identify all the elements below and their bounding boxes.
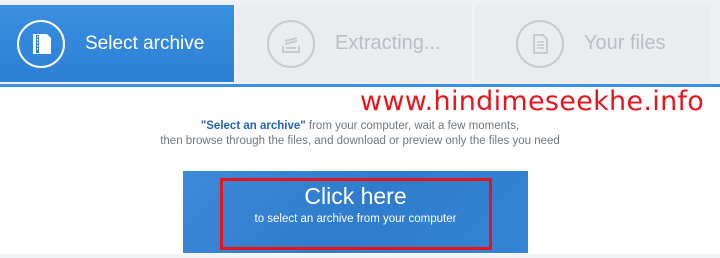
step-tabs: Select archive Extracting... Your files: [0, 0, 720, 84]
document-icon: [516, 19, 564, 68]
instructions-line-2: then browse through the files, and downl…: [160, 135, 560, 147]
cta-subtitle: to select an archive from your computer: [254, 213, 457, 225]
instructions-text: "Select an archive" from your computer, …: [0, 119, 720, 149]
cta-title: Click here: [304, 183, 407, 209]
instructions-line-1-rest: from your computer, wait a few moments,: [305, 120, 520, 132]
tab-label: Select archive: [85, 32, 205, 54]
instructions-emphasis: "Select an archive": [200, 120, 306, 132]
watermark-url: www.hindimeseekhe.info: [360, 86, 705, 117]
tab-label: Extracting...: [335, 32, 441, 54]
instructions-line-1: "Select an archive" from your computer, …: [0, 119, 720, 134]
extract-tray-icon: [267, 19, 315, 68]
archive-file-icon: [17, 19, 65, 68]
footer-stripe: [0, 254, 720, 258]
select-archive-button[interactable]: Click here to select an archive from you…: [183, 171, 528, 253]
tab-select-archive[interactable]: Select archive: [0, 5, 234, 82]
tab-label: Your files: [584, 32, 666, 54]
tab-your-files[interactable]: Your files: [475, 5, 710, 82]
tab-extracting[interactable]: Extracting...: [237, 5, 472, 82]
